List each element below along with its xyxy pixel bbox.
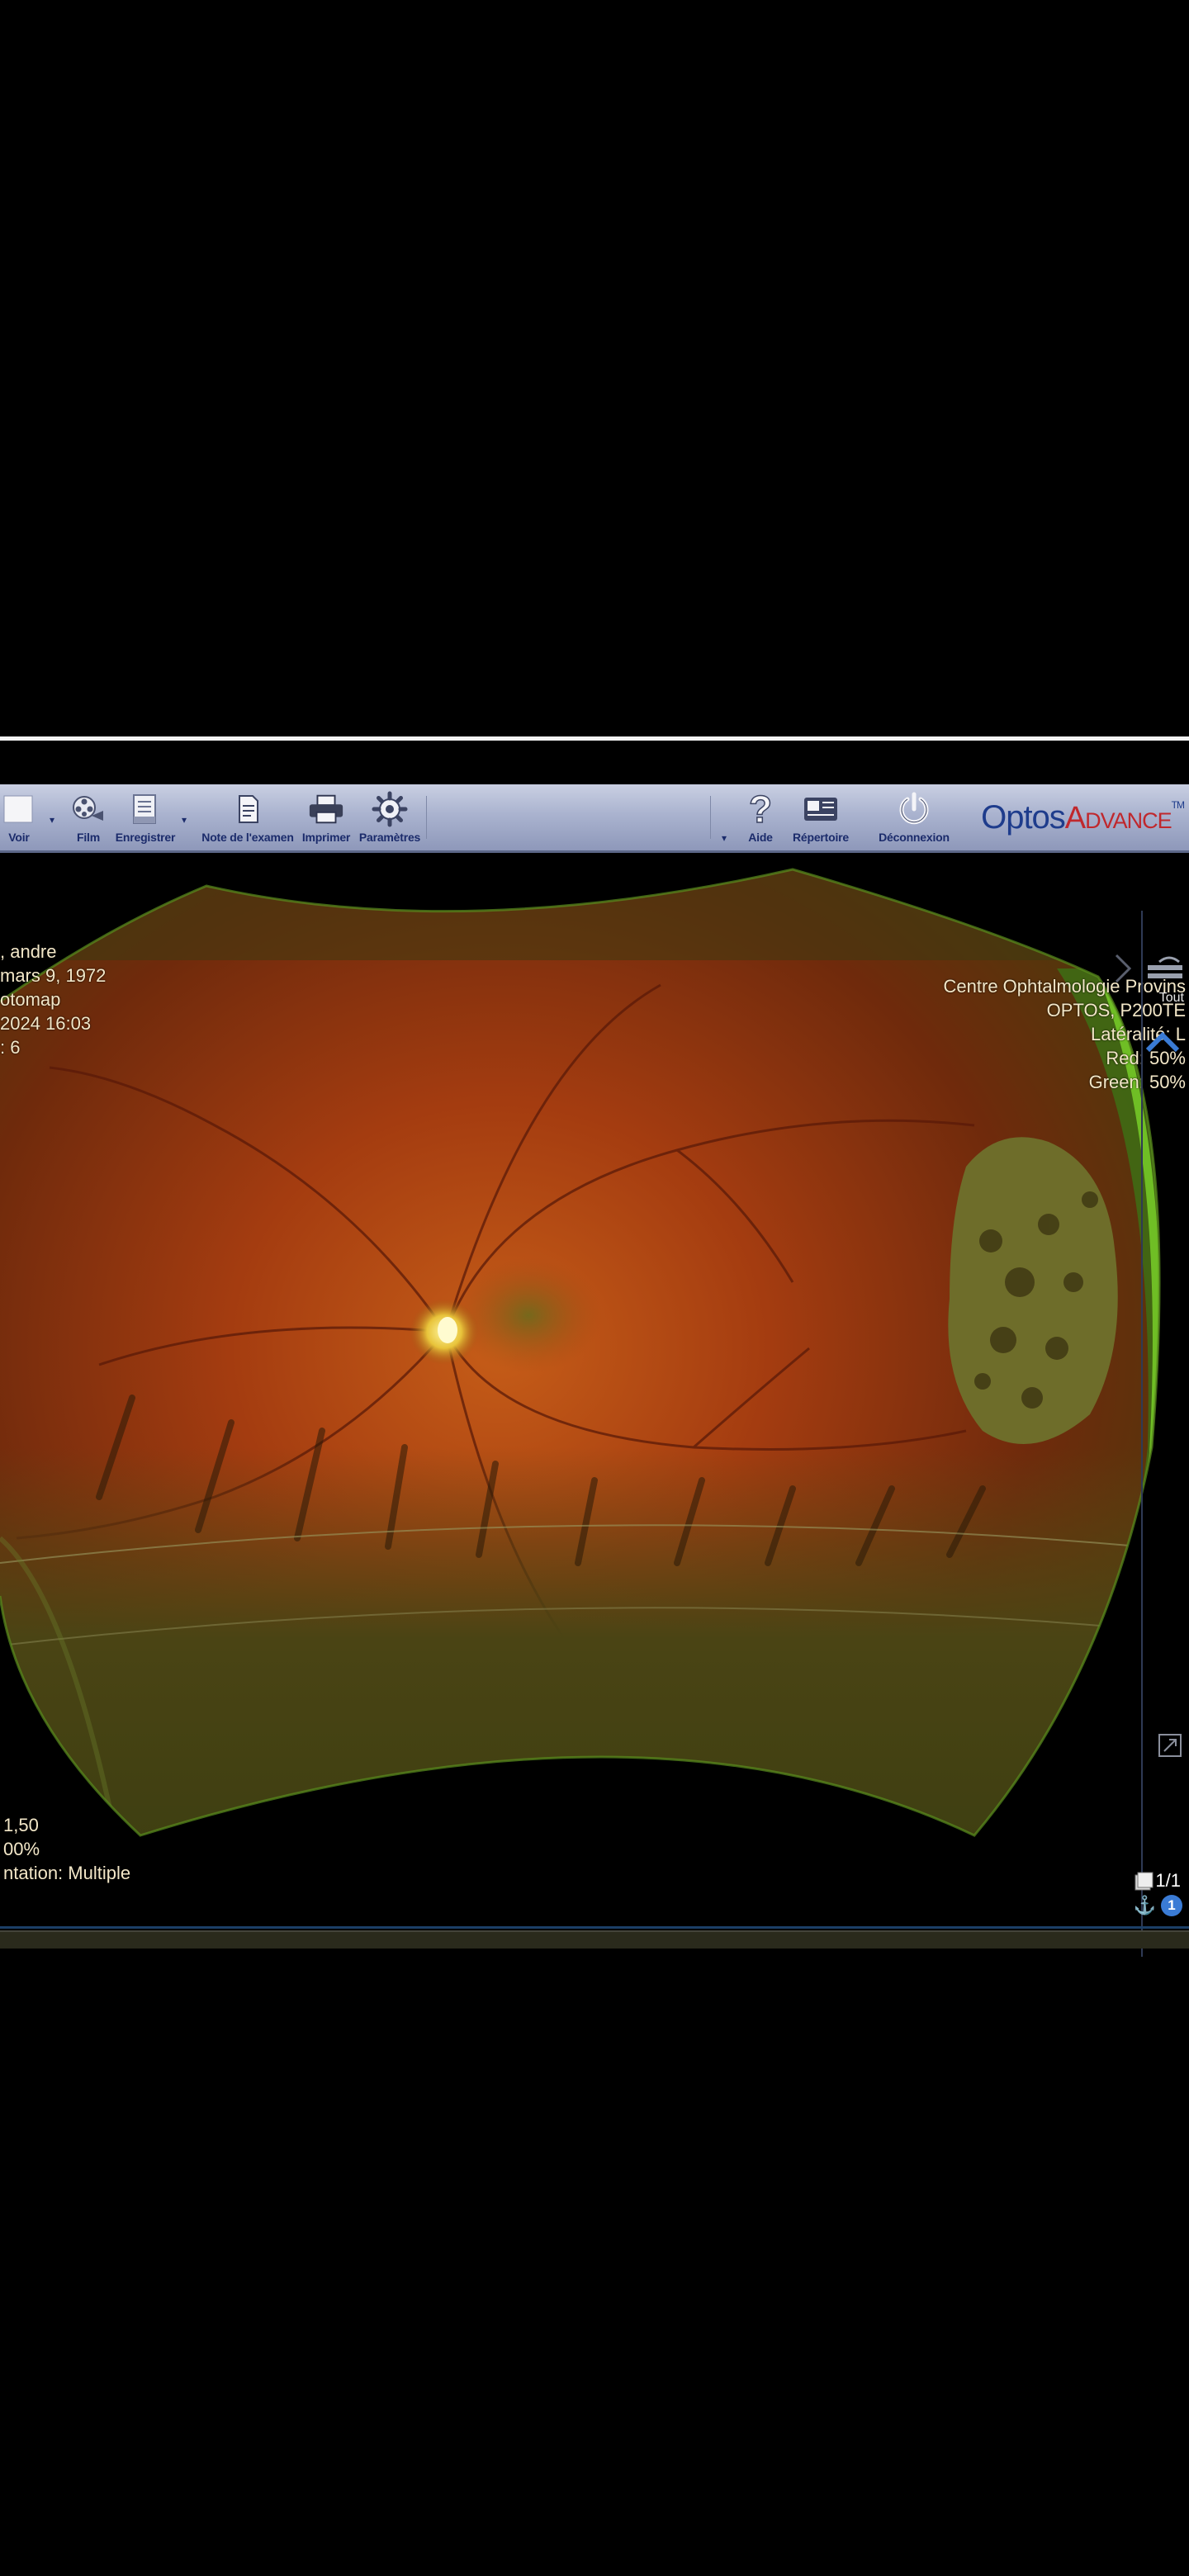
orientation-text: ntation: Multiple: [3, 1863, 131, 1883]
directory-icon: [802, 791, 840, 827]
viewer-bottom-border: [0, 1926, 1189, 1929]
save-button[interactable]: Enregistrer: [112, 791, 178, 845]
help-label: Aide: [748, 831, 773, 844]
power-icon: [895, 791, 933, 827]
brightness-level: 00%: [3, 1839, 40, 1859]
svg-text:?: ?: [749, 791, 772, 827]
exam-date: 2024 16:03: [0, 1013, 92, 1034]
image-stack-icon: [1135, 1872, 1153, 1891]
toolbar-separator: [710, 796, 711, 839]
optos-advance-window: Voir ▾ Film Enregistrer ▾ Note de l'exam…: [0, 784, 1189, 1957]
anchor-icon[interactable]: ⚓: [1134, 1895, 1156, 1916]
help-question-icon: ?: [741, 791, 779, 827]
logout-button[interactable]: Déconnexion: [875, 791, 953, 845]
film-label: Film: [77, 831, 100, 844]
exam-note-label: Note de l'examen: [201, 831, 294, 844]
directory-button[interactable]: Répertoire: [788, 791, 854, 845]
chevron-up-icon[interactable]: [1144, 1030, 1181, 1055]
status-bar: [0, 1930, 1189, 1949]
logout-label: Déconnexion: [879, 831, 950, 844]
view-dropdown-caret-icon[interactable]: ▾: [50, 814, 54, 826]
film-button[interactable]: Film: [69, 791, 107, 845]
print-label: Imprimer: [301, 831, 351, 844]
patient-name: , andre: [0, 941, 57, 962]
directory-label: Répertoire: [792, 831, 850, 844]
optos-advance-logo: OptosAdvanceTM: [981, 799, 1185, 836]
view-icon: [0, 791, 38, 827]
main-toolbar: Voir ▾ Film Enregistrer ▾ Note de l'exam…: [0, 784, 1189, 853]
chevron-right-icon[interactable]: [1113, 952, 1133, 985]
image-info-block: 1,50 00% ntation: Multiple: [3, 1813, 130, 1885]
save-label: Enregistrer: [115, 831, 176, 844]
patient-info-block: , andre mars 9, 1972 otomap 2024 16:03 :…: [0, 940, 106, 1059]
image-counter: 1/1: [1155, 1870, 1181, 1891]
printer-icon: [307, 791, 345, 827]
toolbar-overflow-caret-icon[interactable]: ▾: [722, 832, 727, 844]
exam-number: : 6: [0, 1037, 21, 1058]
save-dropdown-caret-icon[interactable]: ▾: [182, 814, 187, 826]
save-document-icon: [126, 791, 164, 827]
expand-icon[interactable]: [1158, 1733, 1182, 1758]
exam-modality: otomap: [0, 989, 61, 1010]
notification-badge[interactable]: 1: [1161, 1895, 1182, 1916]
settings-button[interactable]: Paramètres: [355, 791, 424, 845]
view-label: Voir: [8, 831, 30, 844]
all-filter-label[interactable]: Tout: [1159, 991, 1184, 1006]
image-viewer[interactable]: , andre mars 9, 1972 otomap 2024 16:03 :…: [0, 853, 1189, 1957]
film-reel-icon: [69, 791, 107, 827]
logo-trademark-text: TM: [1171, 799, 1185, 811]
gear-icon: [371, 791, 409, 827]
side-panel: [1141, 911, 1189, 1957]
patient-birth-date: mars 9, 1972: [0, 965, 107, 986]
top-divider-line: [0, 736, 1189, 741]
zoom-level: 1,50: [3, 1815, 39, 1835]
logo-advance-text: Advance: [1064, 801, 1172, 836]
layers-icon[interactable]: [1144, 954, 1186, 987]
help-button[interactable]: ? Aide: [740, 791, 781, 845]
exam-note-button[interactable]: Note de l'examen: [197, 791, 299, 845]
toolbar-separator: [426, 796, 427, 839]
print-button[interactable]: Imprimer: [299, 791, 353, 845]
note-icon: [229, 791, 267, 827]
view-button[interactable]: Voir: [0, 791, 38, 845]
settings-label: Paramètres: [358, 831, 421, 844]
logo-optos-text: Optos: [981, 799, 1066, 836]
